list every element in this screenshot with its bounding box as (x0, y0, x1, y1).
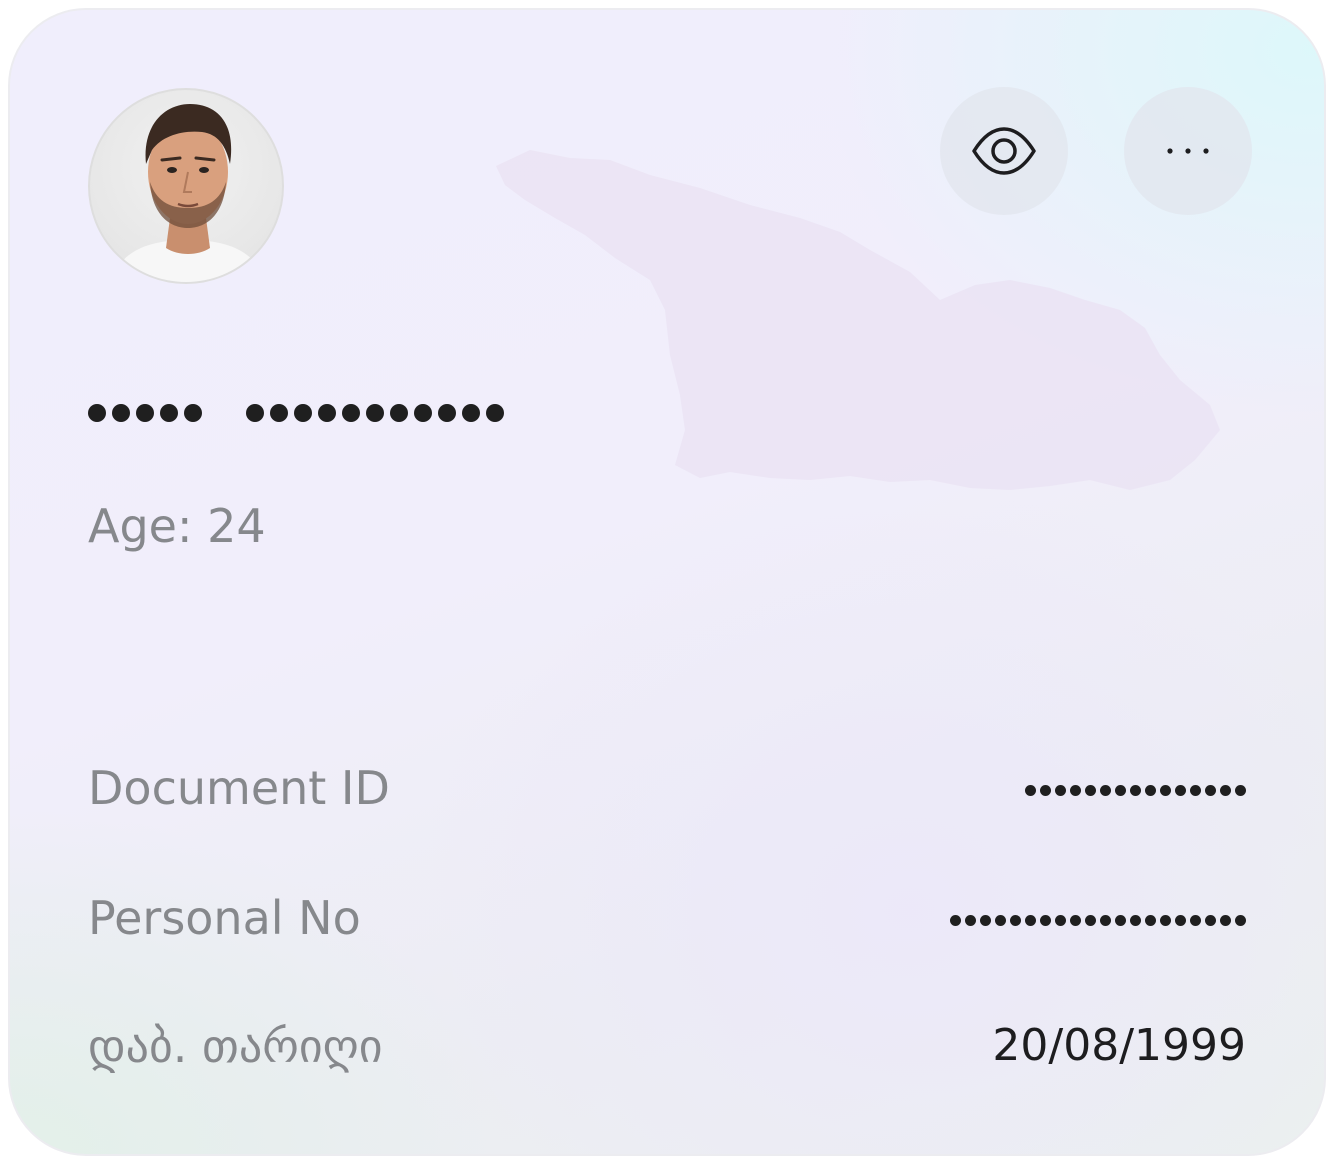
mask-dot (1160, 784, 1171, 796)
personal-no-value-masked (950, 892, 1246, 948)
mask-dot (318, 404, 336, 422)
eye-icon (972, 127, 1036, 175)
masked-last-name (246, 404, 504, 422)
mask-dot (1100, 784, 1111, 796)
mask-dot (112, 404, 130, 422)
masked-full-name (88, 388, 504, 438)
mask-dot (1115, 784, 1126, 796)
mask-dot (1145, 784, 1156, 796)
mask-dot (294, 404, 312, 422)
mask-dot (160, 404, 178, 422)
more-options-button[interactable] (1124, 87, 1252, 215)
mask-dot (1085, 914, 1096, 926)
document-id-label: Document ID (88, 761, 390, 815)
mask-dot (980, 914, 991, 926)
mask-dot (136, 404, 154, 422)
mask-dot (1010, 914, 1021, 926)
mask-dot (1100, 914, 1111, 926)
mask-dot (366, 404, 384, 422)
mask-dot (1115, 914, 1126, 926)
id-card: Age: 24 Document ID Personal No დაბ. თარ… (8, 8, 1326, 1156)
mask-dot (1085, 784, 1096, 796)
mask-dot (1190, 914, 1201, 926)
mask-dot (1025, 914, 1036, 926)
mask-dot (1055, 914, 1066, 926)
birth-date-label: დაბ. თარიღი (88, 1019, 383, 1073)
personal-no-label: Personal No (88, 891, 361, 945)
mask-dot (965, 914, 976, 926)
mask-dot (438, 404, 456, 422)
mask-dot (342, 404, 360, 422)
mask-dot (1220, 784, 1231, 796)
mask-dot (1130, 914, 1141, 926)
toggle-visibility-button[interactable] (940, 87, 1068, 215)
avatar (88, 88, 284, 284)
mask-dot (1220, 914, 1231, 926)
mask-dot (1175, 784, 1186, 796)
mask-dot (1145, 914, 1156, 926)
mask-dot (486, 404, 504, 422)
mask-dot (1205, 784, 1216, 796)
mask-dot (950, 914, 961, 926)
mask-dot (414, 404, 432, 422)
mask-dot (1025, 784, 1036, 796)
mask-dot (1175, 914, 1186, 926)
mask-dot (1190, 784, 1201, 796)
mask-dot (1055, 784, 1066, 796)
mask-dot (1130, 784, 1141, 796)
more-horizontal-icon (1167, 148, 1209, 154)
person-photo (111, 104, 265, 282)
mask-dot (462, 404, 480, 422)
mask-dot (184, 404, 202, 422)
mask-dot (1235, 784, 1246, 796)
birth-date-value: 20/08/1999 (992, 1020, 1246, 1071)
masked-first-name (88, 404, 202, 422)
document-id-value-masked (1025, 762, 1246, 818)
mask-dot (1070, 784, 1081, 796)
mask-dot (246, 404, 264, 422)
mask-dot (1070, 914, 1081, 926)
mask-dot (1235, 914, 1246, 926)
mask-dot (1160, 914, 1171, 926)
mask-dot (1205, 914, 1216, 926)
mask-dot (270, 404, 288, 422)
age-text: Age: 24 (88, 499, 266, 553)
mask-dot (1040, 914, 1051, 926)
mask-dot (390, 404, 408, 422)
mask-dot (88, 404, 106, 422)
mask-dot (995, 914, 1006, 926)
mask-dot (1040, 784, 1051, 796)
